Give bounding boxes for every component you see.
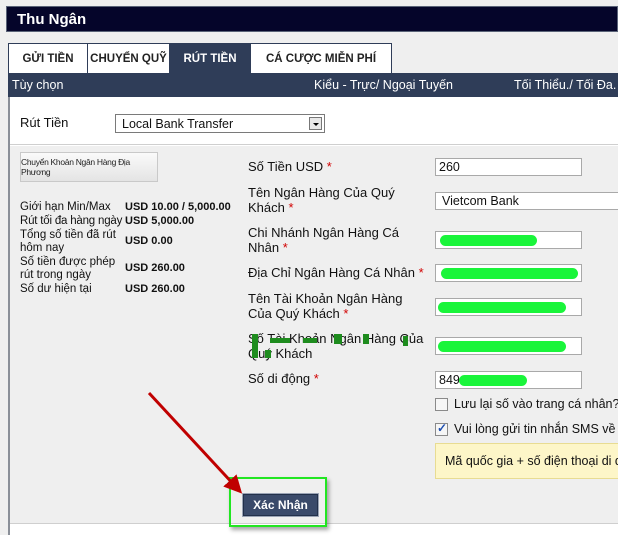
- limit-row: Rút tối đa hàng ngày USD 5,000.00: [20, 214, 245, 228]
- table-header: Tùy chọn Kiểu - Trực/ Ngoại Tuyến Tối Th…: [8, 73, 618, 97]
- address-input[interactable]: [435, 264, 582, 282]
- local-bank-button[interactable]: Chuyển Khoản Ngân Hàng Địa Phương: [20, 152, 158, 182]
- redaction-mark: [334, 334, 342, 344]
- save-number-checkbox[interactable]: [435, 397, 448, 411]
- account-name-input[interactable]: [435, 298, 582, 316]
- redaction-mark: [270, 338, 290, 343]
- branch-label: Chi Nhánh Ngân Hàng Cá Nhân *: [248, 225, 400, 255]
- tab-bar: GỬI TIỀN CHUYỂN QUỸ RÚT TIỀN CÁ CƯỢC MIỄ…: [8, 43, 392, 73]
- tab-deposit[interactable]: GỬI TIỀN: [8, 43, 88, 73]
- address-label: Địa Chỉ Ngân Hàng Cá Nhân *: [248, 265, 424, 280]
- limit-label: Số dư hiện tại: [20, 282, 92, 295]
- account-number-input[interactable]: [435, 337, 582, 355]
- redacted-value: [440, 235, 537, 246]
- tab-transfer[interactable]: CHUYỂN QUỸ: [87, 43, 170, 73]
- tab-free-bet[interactable]: CÁ CƯỢC MIỄN PHÍ: [250, 43, 392, 73]
- redacted-value: [441, 268, 578, 279]
- branch-input[interactable]: [435, 231, 582, 249]
- save-number-label: Lưu lại số vào trang cá nhân?: [454, 397, 618, 411]
- redacted-value: [438, 302, 566, 313]
- limit-label: Số tiền được phép rút trong ngày: [20, 255, 116, 281]
- header-option: Tùy chọn: [12, 78, 64, 92]
- limit-label: Tổng số tiền đã rút hôm nay: [20, 228, 116, 254]
- limit-value: USD 0.00: [125, 235, 173, 247]
- limit-row: Số tiền được phép rút trong ngày USD 260…: [20, 255, 245, 282]
- limit-value: USD 5,000.00: [125, 214, 195, 227]
- bank-name-input[interactable]: Vietcom Bank: [435, 192, 618, 210]
- limit-row: Giới hạn Min/Max USD 10.00 / 5,000.00: [20, 200, 245, 214]
- redaction-mark: [303, 338, 317, 343]
- limit-row: Số dư hiện tại USD 260.00: [20, 282, 245, 296]
- panel-footer: [10, 523, 618, 535]
- account-name-label: Tên Tài Khoản Ngân Hàng Của Quý Khách *: [248, 291, 403, 321]
- method-label: Rút Tiền: [20, 115, 69, 130]
- withdraw-panel: Rút Tiền Local Bank Transfer Chuyển Khoả…: [8, 97, 618, 535]
- header-type: Kiểu - Trực/ Ngoại Tuyến: [314, 78, 453, 92]
- limits-table: Giới hạn Min/Max USD 10.00 / 5,000.00 Rú…: [20, 200, 245, 296]
- amount-label: Số Tiền USD *: [248, 159, 332, 174]
- chevron-down-icon[interactable]: [309, 117, 322, 130]
- redaction-mark: [403, 336, 408, 346]
- redaction-mark: [252, 334, 258, 358]
- window-title: Thu Ngân: [6, 6, 618, 32]
- limit-label: Rút tối đa hàng ngày: [20, 214, 123, 227]
- bank-name-label: Tên Ngân Hàng Của Quý Khách *: [248, 185, 395, 215]
- sms-checkbox[interactable]: [435, 421, 448, 436]
- redaction-mark: [363, 334, 369, 344]
- mobile-label: Số di động *: [248, 371, 319, 386]
- sms-row: Vui lòng gửi tin nhắn SMS về: [435, 421, 616, 436]
- form-area: Chuyển Khoản Ngân Hàng Địa Phương Giới h…: [10, 146, 618, 523]
- confirm-button[interactable]: Xác Nhận: [242, 493, 319, 517]
- header-minmax: Tối Thiểu./ Tối Đa.: [514, 78, 617, 92]
- limit-row: Tổng số tiền đã rút hôm nay USD 0.00: [20, 228, 245, 255]
- phone-format-notice: Mã quốc gia + số điện thoại di động: [435, 443, 618, 479]
- method-select-value: Local Bank Transfer: [122, 117, 234, 131]
- sms-label: Vui lòng gửi tin nhắn SMS về: [454, 422, 616, 436]
- method-select[interactable]: Local Bank Transfer: [115, 114, 325, 133]
- redaction-mark: [265, 350, 271, 358]
- mobile-input[interactable]: 849: [435, 371, 582, 389]
- redacted-value: [438, 341, 566, 352]
- limit-label: Giới hạn Min/Max: [20, 200, 111, 213]
- tab-withdraw[interactable]: RÚT TIỀN: [169, 43, 251, 73]
- amount-input[interactable]: 260: [435, 158, 582, 176]
- limit-value: USD 260.00: [125, 262, 185, 274]
- method-row: Rút Tiền Local Bank Transfer: [10, 97, 618, 145]
- save-number-row: Lưu lại số vào trang cá nhân?: [435, 397, 618, 411]
- limit-value: USD 260.00: [125, 282, 185, 295]
- redacted-value: [459, 375, 527, 386]
- limit-value: USD 10.00 / 5,000.00: [125, 200, 231, 213]
